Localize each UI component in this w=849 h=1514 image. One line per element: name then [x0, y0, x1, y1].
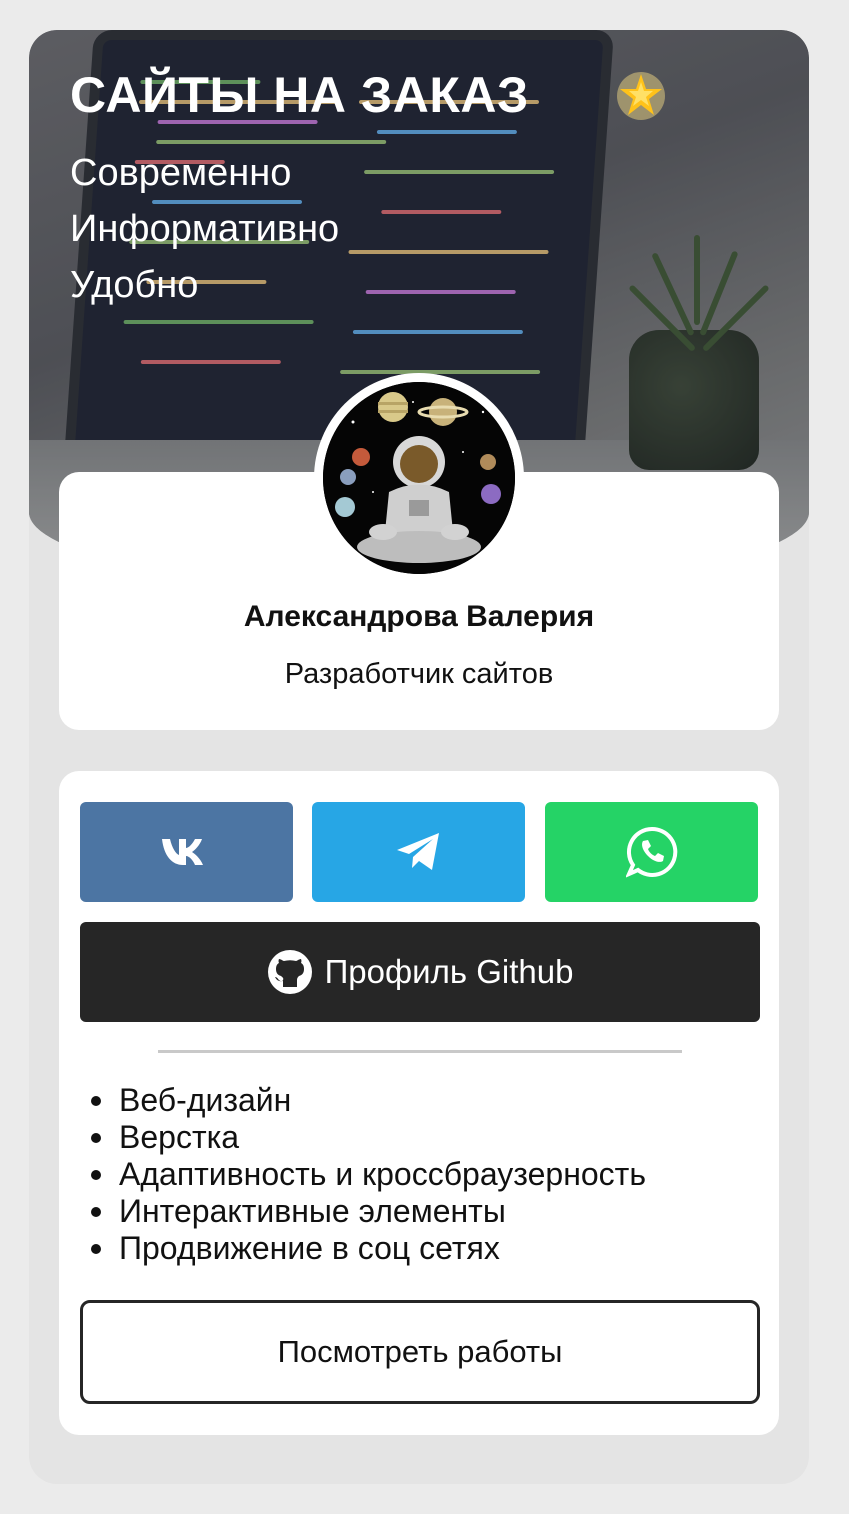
profile-name: Александрова Валерия [243, 600, 595, 633]
profile-role: Разработчик сайтов [284, 658, 554, 690]
whatsapp-icon [625, 826, 677, 878]
hero-title: САЙТЫ НА ЗАКАЗ [70, 67, 529, 123]
avatar [323, 382, 515, 574]
list-item: Верстка [87, 1119, 646, 1156]
glowing-star-icon [617, 72, 665, 120]
list-item: Веб-дизайн [87, 1082, 646, 1119]
whatsapp-button[interactable] [545, 802, 758, 902]
skills-list: Веб-дизайн Верстка Адаптивность и кроссб… [87, 1082, 646, 1267]
divider [158, 1050, 682, 1053]
vk-button[interactable] [80, 802, 293, 902]
list-item: Интерактивные элементы [87, 1193, 646, 1230]
telegram-button[interactable] [312, 802, 525, 902]
hero-line-modern: Современно [70, 152, 292, 194]
astronaut-illustration [323, 382, 515, 574]
github-button-label: Профиль Github [324, 953, 574, 990]
hero-line-convenient: Удобно [70, 264, 199, 306]
github-icon [267, 950, 312, 994]
telegram-icon [396, 833, 439, 870]
view-works-button[interactable]: Посмотреть работы [80, 1300, 760, 1404]
profile-card-container: САЙТЫ НА ЗАКАЗ Современно Информативно У… [29, 30, 809, 1484]
hero-line-informative: Информативно [70, 208, 340, 250]
github-profile-button[interactable]: Профиль Github [80, 922, 760, 1022]
list-item: Адаптивность и кроссбраузерность [87, 1156, 646, 1193]
list-item: Продвижение в соц сетях [87, 1230, 646, 1267]
vk-icon [161, 839, 203, 865]
